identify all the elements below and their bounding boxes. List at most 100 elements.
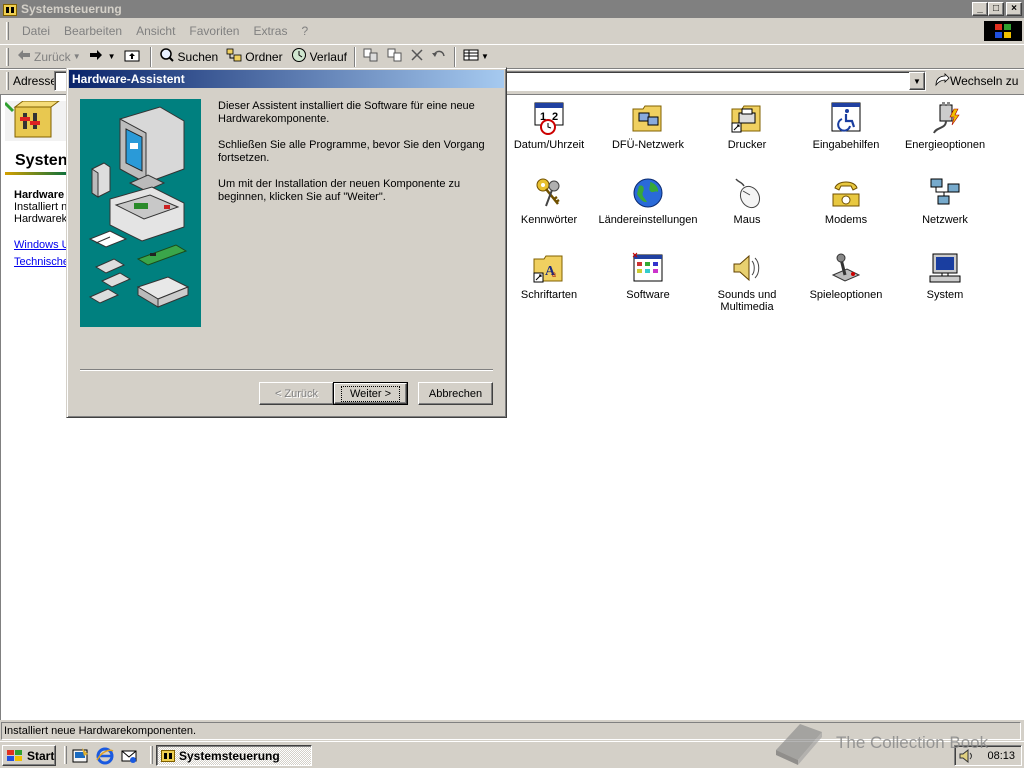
pane-item-description: Installiert n xyxy=(14,201,67,213)
undo-icon xyxy=(431,49,447,64)
computer-icon xyxy=(929,253,961,283)
hardware-wizard-dialog: Hardware-Assistent Dieser Assistent inst… xyxy=(66,67,507,418)
dialog-paragraph: Um mit der Installation der neuen Kompon… xyxy=(218,178,461,203)
restore-button[interactable]: □ xyxy=(988,2,1004,16)
dialog-separator xyxy=(80,369,493,371)
cp-item-sounds-multimedia[interactable]: Sounds und Multimedia xyxy=(697,251,797,313)
menu-favoriten[interactable]: Favoriten xyxy=(182,22,246,40)
back-button[interactable]: Zurück ▼ xyxy=(13,46,85,68)
forward-button[interactable]: ▼ xyxy=(85,46,120,68)
dialog-titlebar[interactable]: Hardware-Assistent xyxy=(69,70,504,88)
cp-item-energieoptionen[interactable]: Energieoptionen xyxy=(895,101,995,151)
window-title: Systemsteuerung xyxy=(21,2,122,16)
cp-item-modems[interactable]: Modems xyxy=(796,176,896,226)
cp-item-software[interactable]: Software xyxy=(598,251,698,301)
views-icon xyxy=(463,49,479,64)
menu-datei[interactable]: Datei xyxy=(15,22,57,40)
cp-item-netzwerk[interactable]: Netzwerk xyxy=(895,176,995,226)
cp-item-landereinstellungen[interactable]: Ländereinstellungen xyxy=(598,176,698,226)
menu-extras[interactable]: Extras xyxy=(246,22,294,40)
window-titlebar[interactable]: Systemsteuerung _ □ × xyxy=(0,0,1024,18)
address-dropdown-button[interactable]: ▼ xyxy=(909,72,925,90)
cp-item-maus[interactable]: Maus xyxy=(697,176,797,226)
accessibility-icon xyxy=(831,102,861,132)
cp-item-system[interactable]: System xyxy=(895,251,995,301)
dialup-network-folder-icon xyxy=(632,105,662,132)
undo-button[interactable] xyxy=(427,46,451,68)
go-button[interactable]: Wechseln zu xyxy=(934,71,1018,91)
cp-item-dfu-netzwerk[interactable]: DFÜ-Netzwerk xyxy=(598,101,698,151)
menu-help[interactable]: ? xyxy=(294,22,315,40)
cp-item-schriftarten[interactable]: A a Schriftarten xyxy=(499,251,599,301)
dialog-paragraph: Schließen Sie alle Programme, bevor Sie … xyxy=(218,139,485,164)
watermark-text: The Collection Book xyxy=(836,733,989,752)
dialog-paragraph: Dieser Assistent installiert die Softwar… xyxy=(218,100,475,125)
pane-item-title: Hardware xyxy=(14,189,65,201)
search-icon xyxy=(159,47,175,66)
search-button[interactable]: Suchen xyxy=(155,46,223,68)
dialog-title: Hardware-Assistent xyxy=(72,72,185,86)
taskbar-grip[interactable] xyxy=(150,746,153,764)
outlook-express-icon[interactable] xyxy=(120,747,138,765)
cp-item-datum-uhrzeit[interactable]: 12 Datum/Uhrzeit xyxy=(499,101,599,151)
up-folder-icon xyxy=(124,48,140,65)
cp-item-spieleoptionen[interactable]: Spieleoptionen xyxy=(796,251,896,301)
menu-bearbeiten[interactable]: Bearbeiten xyxy=(57,22,129,40)
menu-grip[interactable] xyxy=(6,22,9,40)
toolbar-separator xyxy=(453,46,456,67)
speaker-icon xyxy=(733,254,760,282)
telephone-modem-icon xyxy=(832,181,860,207)
address-label: Adresse xyxy=(13,73,58,88)
watermark: The Collection Book xyxy=(772,719,1022,767)
standard-toolbar: Zurück ▼ ▼ Suchen Ordner Verlauf ▼ xyxy=(0,44,1024,68)
chevron-down-icon[interactable]: ▼ xyxy=(108,52,116,61)
fonts-folder-icon: A a xyxy=(533,255,563,283)
minimize-button[interactable]: _ xyxy=(972,2,988,16)
delete-button[interactable] xyxy=(407,46,427,68)
folders-tree-icon xyxy=(226,48,242,65)
show-desktop-icon[interactable] xyxy=(72,747,90,765)
chevron-down-icon: ▼ xyxy=(913,76,921,86)
windows-update-link[interactable]: Windows U xyxy=(14,239,67,251)
copy-to-icon xyxy=(387,48,403,65)
toolbar-separator xyxy=(149,46,152,67)
history-button[interactable]: Verlauf xyxy=(287,46,351,68)
menu-ansicht[interactable]: Ansicht xyxy=(129,22,182,40)
up-folder-button[interactable] xyxy=(120,46,147,68)
cp-item-eingabehilfen[interactable]: Eingabehilfen xyxy=(796,101,896,151)
cp-item-kennworter[interactable]: Kennwörter xyxy=(499,176,599,226)
toolbar-grip[interactable] xyxy=(6,47,9,66)
svg-text:a: a xyxy=(552,269,556,279)
task-button-systemsteuerung[interactable]: Systemsteuerung xyxy=(156,745,312,766)
web-view-info-pane: Systen Hardware Installiert n Hardwarek … xyxy=(5,101,67,268)
pane-item-description: Hardwarek xyxy=(14,213,67,225)
chevron-down-icon[interactable]: ▼ xyxy=(481,52,489,61)
copy-to-button[interactable] xyxy=(383,46,407,68)
history-icon xyxy=(291,47,307,66)
views-button[interactable]: ▼ xyxy=(459,46,493,68)
menu-bar: Datei Bearbeiten Ansicht Favoriten Extra… xyxy=(0,20,1024,42)
internet-explorer-icon[interactable] xyxy=(96,747,114,765)
folders-button[interactable]: Ordner xyxy=(222,46,286,68)
book-icon xyxy=(776,724,822,765)
keys-icon xyxy=(536,178,560,207)
control-panel-large-icon xyxy=(5,101,67,141)
forward-arrow-icon xyxy=(89,49,103,64)
quicklaunch-grip[interactable] xyxy=(64,746,67,764)
toolbar-separator xyxy=(353,46,356,67)
start-button[interactable]: Start xyxy=(2,745,56,766)
technical-support-link[interactable]: Technische xyxy=(14,256,67,268)
back-button[interactable]: < Zurück xyxy=(259,382,334,405)
cancel-button[interactable]: Abbrechen xyxy=(418,382,493,405)
address-grip[interactable] xyxy=(6,71,9,90)
delete-x-icon xyxy=(411,49,423,64)
next-button[interactable]: Weiter > xyxy=(333,382,408,405)
close-button[interactable]: × xyxy=(1006,2,1022,16)
windows-logo-icon xyxy=(984,21,1022,41)
chevron-down-icon[interactable]: ▼ xyxy=(73,52,81,61)
dialog-body-text: Dieser Assistent installiert die Softwar… xyxy=(218,100,488,217)
cp-item-drucker[interactable]: Drucker xyxy=(697,101,797,151)
go-arrow-icon xyxy=(934,72,950,90)
globe-icon xyxy=(633,178,663,208)
move-to-button[interactable] xyxy=(359,46,383,68)
